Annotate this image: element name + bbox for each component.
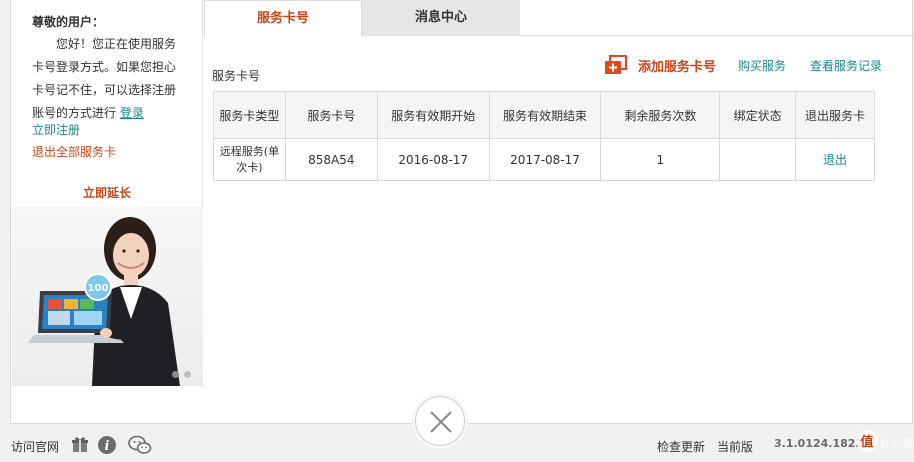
buy-service-link[interactable]: 购买服务 (738, 57, 786, 74)
tab-bar: 服务卡号 消息中心 (204, 0, 914, 37)
greeting-line-text: 账号的方式进行 (32, 106, 117, 120)
tab-message-center[interactable]: 消息中心 (362, 0, 520, 36)
view-records-link[interactable]: 查看服务记录 (810, 57, 882, 74)
wechat-icon[interactable] (128, 435, 152, 455)
carousel-dot[interactable] (184, 371, 191, 378)
cell-start-date: 2016-08-17 (376, 138, 490, 181)
add-card-button[interactable]: 添加服务卡号 (604, 55, 716, 75)
left-panel: 尊敬的用户： 您好！您正在使用服务 卡号登录方式。如果您担心 卡号记不住，可以选… (11, 0, 203, 388)
gift-icon[interactable] (71, 435, 89, 453)
login-link[interactable]: 登录 (120, 106, 144, 120)
svg-text:什么值得买: 什么值得买 (880, 437, 914, 450)
promo-illustration: 100 (28, 217, 180, 386)
add-card-label: 添加服务卡号 (637, 59, 716, 75)
greeting-line: 卡号记不住，可以选择注册 (32, 83, 177, 97)
header-card-type: 服务卡类型 (213, 91, 286, 139)
svg-text:值: 值 (860, 434, 873, 450)
version-number: 3.1.0124.1822 (774, 437, 863, 450)
visit-website-link[interactable]: 访问官网 (11, 438, 59, 455)
current-version-label: 当前版 (717, 440, 754, 454)
header-card-number: 服务卡号 (284, 91, 378, 139)
card-type-line: 远程服务(单 (219, 144, 280, 158)
table-row: 远程服务(单 次卡) 858A54 2016-08-17 2017-08-17 1… (213, 138, 875, 181)
main-window: 尊敬的用户： 您好！您正在使用服务 卡号登录方式。如果您担心 卡号记不住，可以选… (10, 0, 914, 424)
register-link[interactable]: 立即注册 (32, 121, 80, 138)
watermark-logo: 3.1.0124.1822 值 什么值得买 (774, 430, 914, 452)
greeting-body: 您好！您正在使用服务 卡号登录方式。如果您担心 卡号记不住，可以选择注册 账号的… (32, 33, 192, 125)
cell-end-date: 2017-08-17 (488, 138, 602, 181)
promo-banner[interactable]: 100 (12, 207, 203, 386)
exit-all-cards-link[interactable]: 退出全部服务卡 (32, 143, 116, 160)
card-type-line: 次卡) (236, 160, 263, 174)
add-card-icon (604, 55, 627, 74)
cell-card-type: 远程服务(单 次卡) (213, 138, 286, 181)
header-end-date: 服务有效期结束 (488, 91, 602, 139)
header-bind-status: 绑定状态 (719, 91, 797, 139)
cell-remaining: 1 (600, 138, 721, 181)
cell-card-number: 858A54 (284, 138, 378, 181)
header-remaining: 剩余服务次数 (600, 91, 721, 139)
tab-service-card[interactable]: 服务卡号 (204, 0, 362, 37)
banner-badge-text: 100 (88, 283, 109, 294)
exit-card-link[interactable]: 退出 (823, 153, 847, 167)
cell-bind-status (719, 138, 797, 181)
header-start-date: 服务有效期开始 (376, 91, 490, 139)
extend-now-link[interactable]: 立即延长 (11, 184, 203, 201)
info-icon[interactable]: i (97, 435, 117, 455)
carousel-dot[interactable] (172, 371, 179, 378)
header-exit-card: 退出服务卡 (795, 91, 875, 139)
card-actions: 添加服务卡号 购买服务 查看服务记录 (604, 55, 882, 75)
greeting-line: 您好！您正在使用服务 (56, 37, 177, 51)
svg-text:i: i (105, 439, 110, 454)
service-card-table: 服务卡类型 服务卡号 服务有效期开始 服务有效期结束 剩余服务次数 绑定状态 退… (213, 91, 875, 181)
carousel-dots (172, 371, 191, 378)
section-label: 服务卡号 (212, 69, 261, 83)
greeting-line: 卡号登录方式。如果您担心 (32, 60, 177, 74)
table-header-row: 服务卡类型 服务卡号 服务有效期开始 服务有效期结束 剩余服务次数 绑定状态 退… (213, 91, 875, 139)
cell-exit: 退出 (795, 138, 875, 181)
greeting-title: 尊敬的用户： (32, 15, 105, 29)
check-update-link[interactable]: 检查更新 (657, 438, 705, 455)
